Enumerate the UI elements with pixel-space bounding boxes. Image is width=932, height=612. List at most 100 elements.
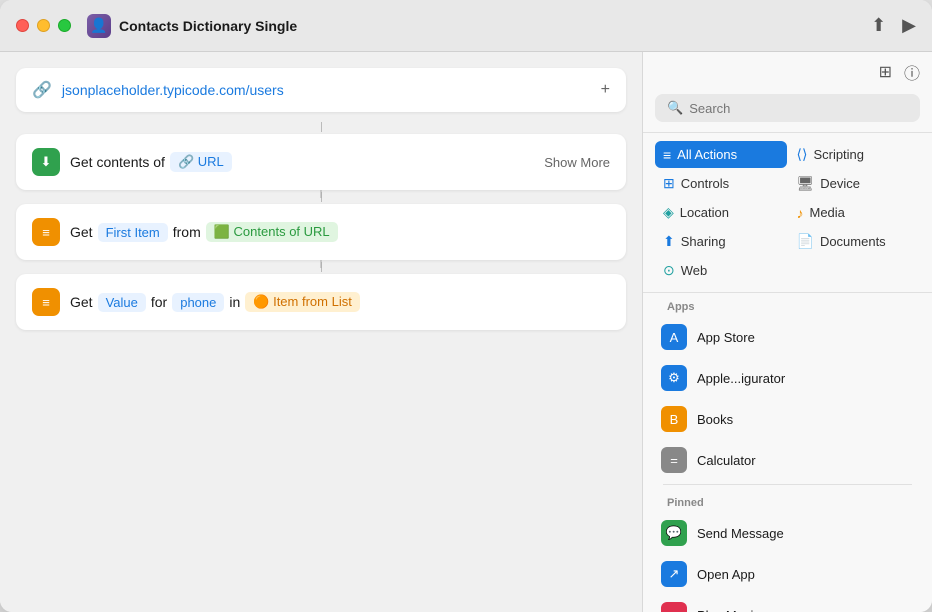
- app-icon: 👤: [87, 14, 111, 38]
- action-books[interactable]: B Books: [651, 399, 924, 439]
- category-sharing[interactable]: ⬆ Sharing: [655, 228, 787, 255]
- category-controls[interactable]: ⊞ Controls: [655, 170, 787, 197]
- category-location[interactable]: ◈ Location: [655, 199, 787, 226]
- app-store-icon: A: [661, 324, 687, 350]
- web-icon: ⊙: [663, 262, 675, 279]
- scripting-icon: ⟨⟩: [797, 146, 808, 163]
- action-middle-2: from: [173, 224, 201, 240]
- category-all-actions[interactable]: ≡ All Actions: [655, 141, 787, 168]
- search-input[interactable]: [689, 101, 908, 116]
- play-music-label: Play Music: [697, 608, 760, 612]
- action-open-app[interactable]: ↗ Open App: [651, 554, 924, 594]
- action-for: for: [151, 294, 167, 310]
- contents-url-token: 🟩 Contents of URL: [206, 222, 338, 242]
- category-documents-label: Documents: [820, 234, 886, 249]
- action-prefix-3: Get: [70, 294, 93, 310]
- location-icon: ◈: [663, 204, 674, 221]
- action-app-store[interactable]: A App Store: [651, 317, 924, 357]
- action-play-music[interactable]: ♪ Play Music: [651, 595, 924, 612]
- action-send-message[interactable]: 💬 Send Message: [651, 513, 924, 553]
- url-token: 🔗 URL: [170, 152, 232, 172]
- category-scripting[interactable]: ⟨⟩ Scripting: [789, 141, 921, 168]
- app-window: 👤 Contacts Dictionary Single ⬆ ▶ 🔗 jsonp…: [0, 0, 932, 612]
- canvas-panel: 🔗 jsonplaceholder.typicode.com/users + ⬇…: [0, 52, 642, 612]
- documents-icon: 📄: [797, 233, 814, 250]
- category-web-label: Web: [681, 263, 708, 278]
- action-text-contents: Get contents of 🔗 URL: [70, 152, 232, 172]
- action-prefix-2: Get: [70, 224, 93, 240]
- link-icon: 🔗: [32, 80, 52, 100]
- play-button[interactable]: ▶: [902, 15, 916, 36]
- send-message-icon: 💬: [661, 520, 687, 546]
- controls-icon: ⊞: [663, 175, 675, 192]
- all-actions-icon: ≡: [663, 147, 671, 163]
- action-list: Apps A App Store ⚙ Apple...igurator B Bo…: [643, 293, 932, 612]
- item-list-token: 🟠 Item from List: [245, 292, 360, 312]
- send-message-label: Send Message: [697, 526, 784, 541]
- close-button[interactable]: [16, 19, 29, 32]
- info-button[interactable]: ⓘ: [904, 60, 920, 84]
- url-text: jsonplaceholder.typicode.com/users: [62, 82, 591, 98]
- calculator-label: Calculator: [697, 453, 756, 468]
- device-icon: 🖥: [797, 175, 815, 192]
- category-sharing-label: Sharing: [681, 234, 726, 249]
- action-icon-value: ≡: [32, 288, 60, 316]
- divider-apps-pinned: [663, 484, 912, 485]
- share-button[interactable]: ⬆: [871, 15, 886, 36]
- category-location-label: Location: [680, 205, 729, 220]
- category-device-label: Device: [820, 176, 860, 191]
- category-scripting-label: Scripting: [813, 147, 864, 162]
- app-store-label: App Store: [697, 330, 755, 345]
- category-all-label: All Actions: [677, 147, 737, 162]
- category-device[interactable]: 🖥 Device: [789, 170, 921, 197]
- sidebar: ⊞ ⓘ 🔍 ≡ All Actions ⟨⟩ Scripting: [642, 52, 932, 612]
- apps-section-label: Apps: [651, 293, 924, 317]
- sharing-icon: ⬆: [663, 233, 675, 250]
- action-calculator[interactable]: = Calculator: [651, 440, 924, 480]
- value-token: Value: [98, 293, 146, 312]
- window-title: Contacts Dictionary Single: [119, 18, 871, 34]
- open-app-icon: ↗: [661, 561, 687, 587]
- play-music-icon: ♪: [661, 602, 687, 612]
- minimize-button[interactable]: [37, 19, 50, 32]
- category-controls-label: Controls: [681, 176, 729, 191]
- action-text-first-item: Get First Item from 🟩 Contents of URL: [70, 222, 338, 242]
- category-media-label: Media: [810, 205, 845, 220]
- phone-token: phone: [172, 293, 224, 312]
- fullscreen-button[interactable]: [58, 19, 71, 32]
- apple-configurator-icon: ⚙: [661, 365, 687, 391]
- action-prefix-1: Get contents of: [70, 154, 165, 170]
- action-apple-configurator[interactable]: ⚙ Apple...igurator: [651, 358, 924, 398]
- show-more-button[interactable]: Show More: [544, 155, 610, 170]
- action-get-contents[interactable]: ⬇ Get contents of 🔗 URL Show More: [16, 134, 626, 190]
- action-in: in: [229, 294, 240, 310]
- search-icon: 🔍: [667, 100, 683, 116]
- first-item-token: First Item: [98, 223, 168, 242]
- open-app-label: Open App: [697, 567, 755, 582]
- action-get-value[interactable]: ≡ Get Value for phone in 🟠 Item from Lis…: [16, 274, 626, 330]
- title-bar: 👤 Contacts Dictionary Single ⬆ ▶: [0, 0, 932, 52]
- add-url-button[interactable]: +: [601, 81, 610, 99]
- connector-1: [321, 122, 322, 132]
- sidebar-search-area: 🔍: [643, 84, 932, 133]
- category-web[interactable]: ⊙ Web: [655, 257, 787, 284]
- books-icon: B: [661, 406, 687, 432]
- pinned-section-label: Pinned: [651, 489, 924, 513]
- category-documents[interactable]: 📄 Documents: [789, 228, 921, 255]
- apple-configurator-label: Apple...igurator: [697, 371, 785, 386]
- traffic-lights: [16, 19, 71, 32]
- add-action-button[interactable]: ⊞: [879, 62, 892, 82]
- action-get-first-item[interactable]: ≡ Get First Item from 🟩 Contents of URL: [16, 204, 626, 260]
- action-icon-first-item: ≡: [32, 218, 60, 246]
- categories-grid: ≡ All Actions ⟨⟩ Scripting ⊞ Controls 🖥 …: [643, 133, 932, 293]
- category-media[interactable]: ♪ Media: [789, 199, 921, 226]
- url-bar[interactable]: 🔗 jsonplaceholder.typicode.com/users +: [16, 68, 626, 112]
- action-icon-contents: ⬇: [32, 148, 60, 176]
- media-icon: ♪: [797, 205, 804, 221]
- title-actions: ⬆ ▶: [871, 15, 916, 36]
- search-box[interactable]: 🔍: [655, 94, 920, 122]
- calculator-icon: =: [661, 447, 687, 473]
- books-label: Books: [697, 412, 733, 427]
- action-text-value: Get Value for phone in 🟠 Item from List: [70, 292, 360, 312]
- main-content: 🔗 jsonplaceholder.typicode.com/users + ⬇…: [0, 52, 932, 612]
